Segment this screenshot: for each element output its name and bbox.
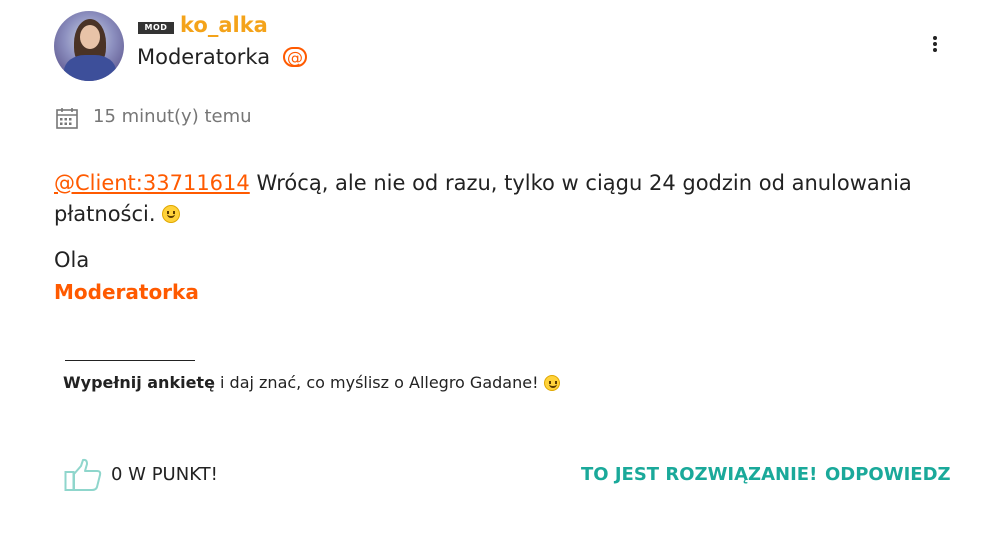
avatar[interactable]: [54, 11, 124, 81]
avatar-body: [64, 55, 116, 81]
mention-icon: @: [283, 47, 307, 67]
post-message: @Client:33711614 Wrócą, ale nie od razu,…: [54, 168, 934, 230]
mod-badge: MOD: [138, 22, 174, 34]
author-role: Moderatorka: [137, 45, 271, 69]
mark-solution-button[interactable]: TO JEST ROZWIĄZANIE!: [581, 464, 817, 485]
survey-text: i daj znać, co myślisz o Allegro Gadane!: [214, 373, 544, 392]
kebab-menu-icon[interactable]: [926, 34, 944, 56]
post-time: 15 minut(y) temu: [93, 106, 252, 127]
mention-link[interactable]: @Client:33711614: [54, 171, 250, 195]
signature-name: Ola: [54, 248, 90, 272]
calendar-icon: [56, 108, 78, 129]
smiley-icon: [162, 205, 181, 223]
signature-role: Moderatorka: [54, 280, 199, 304]
author-username[interactable]: ko_alka: [180, 13, 268, 37]
survey-note: Wypełnij ankietę i daj znać, co myślisz …: [63, 373, 560, 392]
likes-count: 0 W PUNKT!: [111, 464, 218, 485]
thumbs-up-icon[interactable]: [64, 458, 102, 492]
reply-button[interactable]: ODPOWIEDZ: [825, 464, 951, 485]
smiley-icon: [543, 375, 560, 391]
survey-link[interactable]: Wypełnij ankietę: [63, 373, 215, 392]
avatar-face: [80, 25, 100, 49]
divider: [65, 360, 195, 361]
